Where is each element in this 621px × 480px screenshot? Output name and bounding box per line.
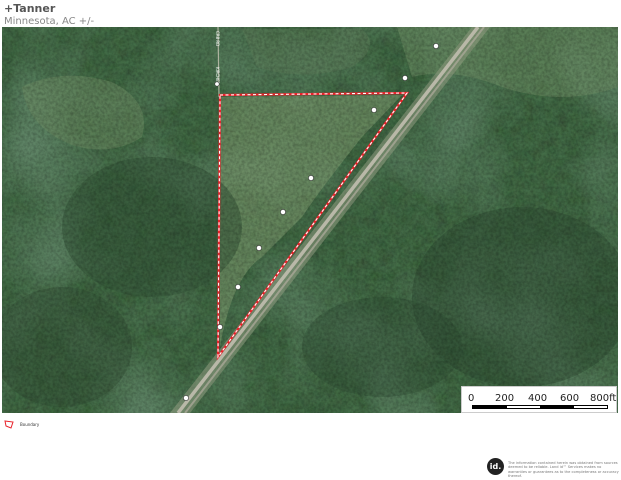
disclaimer-text: The information contained herein was obt… — [508, 461, 619, 479]
road-marker — [371, 107, 377, 113]
map-view[interactable]: CR8 RD KIRCHER — [2, 27, 618, 413]
road-marker — [402, 75, 408, 81]
landid-logo-icon: id. — [487, 458, 504, 475]
road-marker — [183, 395, 189, 401]
scale-label: 800ft — [590, 393, 617, 404]
road-marker — [256, 245, 262, 251]
road-marker — [235, 284, 241, 290]
legend-label: Boundary — [20, 422, 40, 427]
scale-ruler — [472, 405, 608, 409]
scale-label: 600 — [560, 393, 580, 404]
boundary-swatch-icon — [4, 420, 14, 429]
scale-label: 0 — [468, 393, 475, 404]
map-footer: id. The information contained herein was… — [487, 458, 620, 479]
road-marker — [308, 175, 314, 181]
scale-label: 200 — [495, 393, 515, 404]
road-marker — [433, 43, 439, 49]
road-marker — [280, 209, 286, 215]
property-title: +Tanner — [4, 2, 56, 15]
scale-label: 400 — [528, 393, 548, 404]
map-header: +Tanner Minnesota, AC +/- — [4, 2, 94, 28]
road-label: CR8 RD — [215, 31, 220, 46]
road-marker — [214, 81, 220, 87]
scale-bar: 0 200 400 600 800ft — [461, 386, 617, 413]
map-legend: Boundary — [4, 420, 39, 429]
satellite-imagery: CR8 RD KIRCHER — [2, 27, 618, 413]
road-marker — [217, 324, 223, 330]
